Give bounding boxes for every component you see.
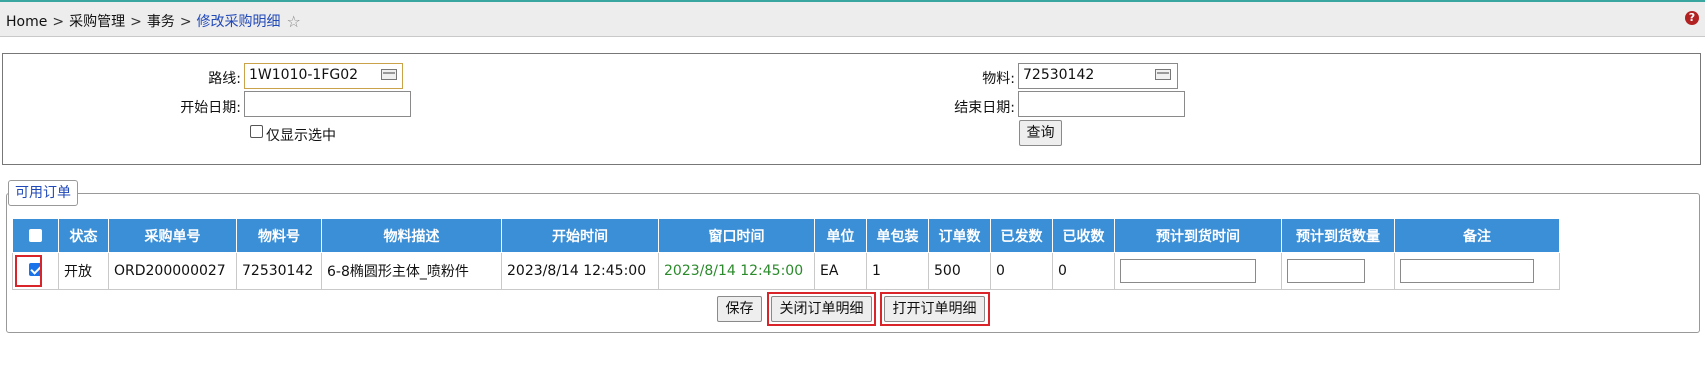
material-input[interactable]: 72530142 — [1018, 63, 1178, 89]
orders-table: 状态 采购单号 物料号 物料描述 开始时间 窗口时间 单位 单包装 订单数 已发… — [12, 218, 1560, 290]
po-number-cell: ORD200000027 — [108, 252, 237, 290]
start-time-cell: 2023/8/14 12:45:00 — [501, 252, 659, 290]
col-start-time[interactable]: 开始时间 — [501, 218, 659, 253]
eta-qty-cell — [1281, 252, 1395, 290]
col-material-no[interactable]: 物料号 — [236, 218, 322, 253]
unit-cell: EA — [814, 252, 867, 290]
material-label: 物料: — [982, 71, 1015, 87]
breadcrumb: Home > 采购管理 > 事务 > 修改采购明细 ☆ — [6, 11, 301, 31]
end-date-label: 结束日期: — [954, 100, 1015, 116]
eta-input[interactable] — [1120, 259, 1256, 283]
top-bar: Home > 采购管理 > 事务 > 修改采购明细 ☆ ? — [0, 0, 1705, 37]
breadcrumb-transactions[interactable]: 事务 — [147, 14, 175, 30]
only-selected-checkbox[interactable] — [250, 125, 263, 138]
end-date-input[interactable] — [1018, 91, 1185, 117]
status-cell: 开放 — [58, 252, 109, 290]
col-po-number[interactable]: 采购单号 — [108, 218, 237, 253]
col-window-time[interactable]: 窗口时间 — [658, 218, 815, 253]
breadcrumb-purchase-mgmt[interactable]: 采购管理 — [69, 14, 125, 30]
route-label: 路线: — [208, 71, 241, 87]
col-eta-qty[interactable]: 预计到货数量 — [1281, 218, 1395, 253]
col-order-qty[interactable]: 订单数 — [928, 218, 991, 253]
breadcrumb-separator: > — [130, 14, 142, 30]
lookup-icon[interactable] — [381, 69, 397, 80]
table-header-row: 状态 采购单号 物料号 物料描述 开始时间 窗口时间 单位 单包装 订单数 已发… — [12, 218, 1560, 253]
pack-qty-cell: 1 — [866, 252, 929, 290]
window-time-cell: 2023/8/14 12:45:00 — [658, 252, 815, 290]
remark-input[interactable] — [1400, 259, 1534, 283]
col-received-qty[interactable]: 已收数 — [1052, 218, 1115, 253]
remark-cell — [1394, 252, 1560, 290]
filter-panel: 路线: 1W1010-1FG02 开始日期: 仅显示选中 物料: 7253014… — [2, 53, 1701, 165]
close-detail-highlight — [767, 292, 876, 326]
breadcrumb-separator: > — [179, 14, 192, 30]
select-all-checkbox[interactable] — [29, 229, 42, 242]
material-no-cell: 72530142 — [236, 252, 322, 290]
route-value: 1W1010-1FG02 — [249, 67, 359, 83]
col-status[interactable]: 状态 — [58, 218, 109, 253]
breadcrumb-current: 修改采购明细 — [196, 14, 281, 30]
lookup-icon[interactable] — [1155, 69, 1171, 80]
col-remark[interactable]: 备注 — [1394, 218, 1560, 253]
breadcrumb-separator: > — [52, 14, 65, 30]
col-unit[interactable]: 单位 — [814, 218, 867, 253]
col-shipped-qty[interactable]: 已发数 — [990, 218, 1053, 253]
table-row: 开放 ORD200000027 72530142 6-8椭圆形主体_喷粉件 20… — [12, 252, 1560, 290]
select-all-cell — [12, 218, 59, 253]
order-qty-cell: 500 — [928, 252, 991, 290]
question-icon[interactable]: ? — [1685, 11, 1699, 25]
only-selected-label: 仅显示选中 — [266, 128, 336, 144]
start-date-input[interactable] — [244, 91, 411, 117]
col-description[interactable]: 物料描述 — [321, 218, 502, 253]
col-pack-qty[interactable]: 单包装 — [866, 218, 929, 253]
description-cell: 6-8椭圆形主体_喷粉件 — [321, 252, 502, 290]
eta-cell — [1114, 252, 1282, 290]
start-date-label: 开始日期: — [180, 100, 241, 116]
shipped-qty-cell: 0 — [990, 252, 1053, 290]
row-checkbox-highlight — [15, 255, 42, 287]
query-button[interactable]: 查询 — [1019, 120, 1062, 146]
save-button[interactable]: 保存 — [717, 296, 762, 322]
route-input[interactable]: 1W1010-1FG02 — [244, 63, 403, 89]
breadcrumb-home[interactable]: Home — [6, 14, 47, 30]
received-qty-cell: 0 — [1052, 252, 1115, 290]
eta-qty-input[interactable] — [1287, 259, 1365, 283]
star-outline-icon[interactable]: ☆ — [287, 12, 301, 31]
material-value: 72530142 — [1023, 67, 1095, 83]
open-detail-highlight — [880, 292, 990, 326]
orders-legend: 可用订单 — [8, 180, 78, 206]
col-eta[interactable]: 预计到货时间 — [1114, 218, 1282, 253]
